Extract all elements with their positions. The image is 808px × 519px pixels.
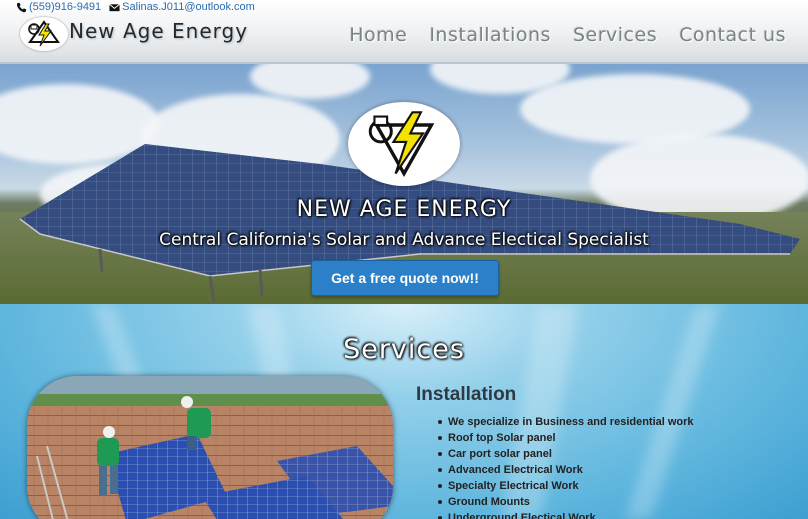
installation-list: We specialize in Business and residentia… <box>438 414 694 519</box>
list-item: Roof top Solar panel <box>438 430 694 446</box>
plug-lightning-logo-icon <box>368 111 435 177</box>
brand-name[interactable]: New Age Energy <box>69 19 248 43</box>
phone-icon <box>16 2 27 12</box>
nav-services[interactable]: Services <box>573 24 657 46</box>
nav-home[interactable]: Home <box>349 24 407 46</box>
phone-contact[interactable]: (559)916-9491 <box>16 1 101 13</box>
list-item: Ground Mounts <box>438 494 694 510</box>
list-item: Specialty Electrical Work <box>438 478 694 494</box>
contact-bar: (559)916-9491 Salinas.J011@outlook.com <box>16 1 255 13</box>
list-item: Car port solar panel <box>438 446 694 462</box>
phone-link[interactable]: (559)916-9491 <box>29 1 101 13</box>
free-quote-button[interactable]: Get a free quote now!! <box>311 260 499 296</box>
hero-logo <box>348 102 460 186</box>
main-nav: Home Installations Services Contact us <box>349 24 786 46</box>
plug-lightning-logo-icon <box>28 20 60 47</box>
hero-subtitle: Central California's Solar and Advance E… <box>159 230 649 250</box>
hero-banner: NEW AGE ENERGY Central California's Sola… <box>0 64 808 304</box>
services-title: Services <box>343 334 465 365</box>
nav-contact-us[interactable]: Contact us <box>679 24 786 46</box>
installation-heading: Installation <box>416 384 517 405</box>
list-item: Advanced Electrical Work <box>438 462 694 478</box>
logo-small[interactable] <box>20 17 68 51</box>
email-link[interactable]: Salinas.J011@outlook.com <box>122 1 255 13</box>
installation-photo-art <box>27 376 393 519</box>
list-item: Underground Electical Work <box>438 510 694 519</box>
services-section: Services Installation We specialize in B… <box>0 304 808 519</box>
hero-title: NEW AGE ENERGY <box>296 197 512 222</box>
envelope-icon <box>109 3 121 11</box>
nav-installations[interactable]: Installations <box>429 24 551 46</box>
list-item: We specialize in Business and residentia… <box>438 414 694 430</box>
installation-photo <box>27 376 393 519</box>
email-contact[interactable]: Salinas.J011@outlook.com <box>109 1 255 13</box>
site-header: (559)916-9491 Salinas.J011@outlook.com N… <box>0 0 808 65</box>
